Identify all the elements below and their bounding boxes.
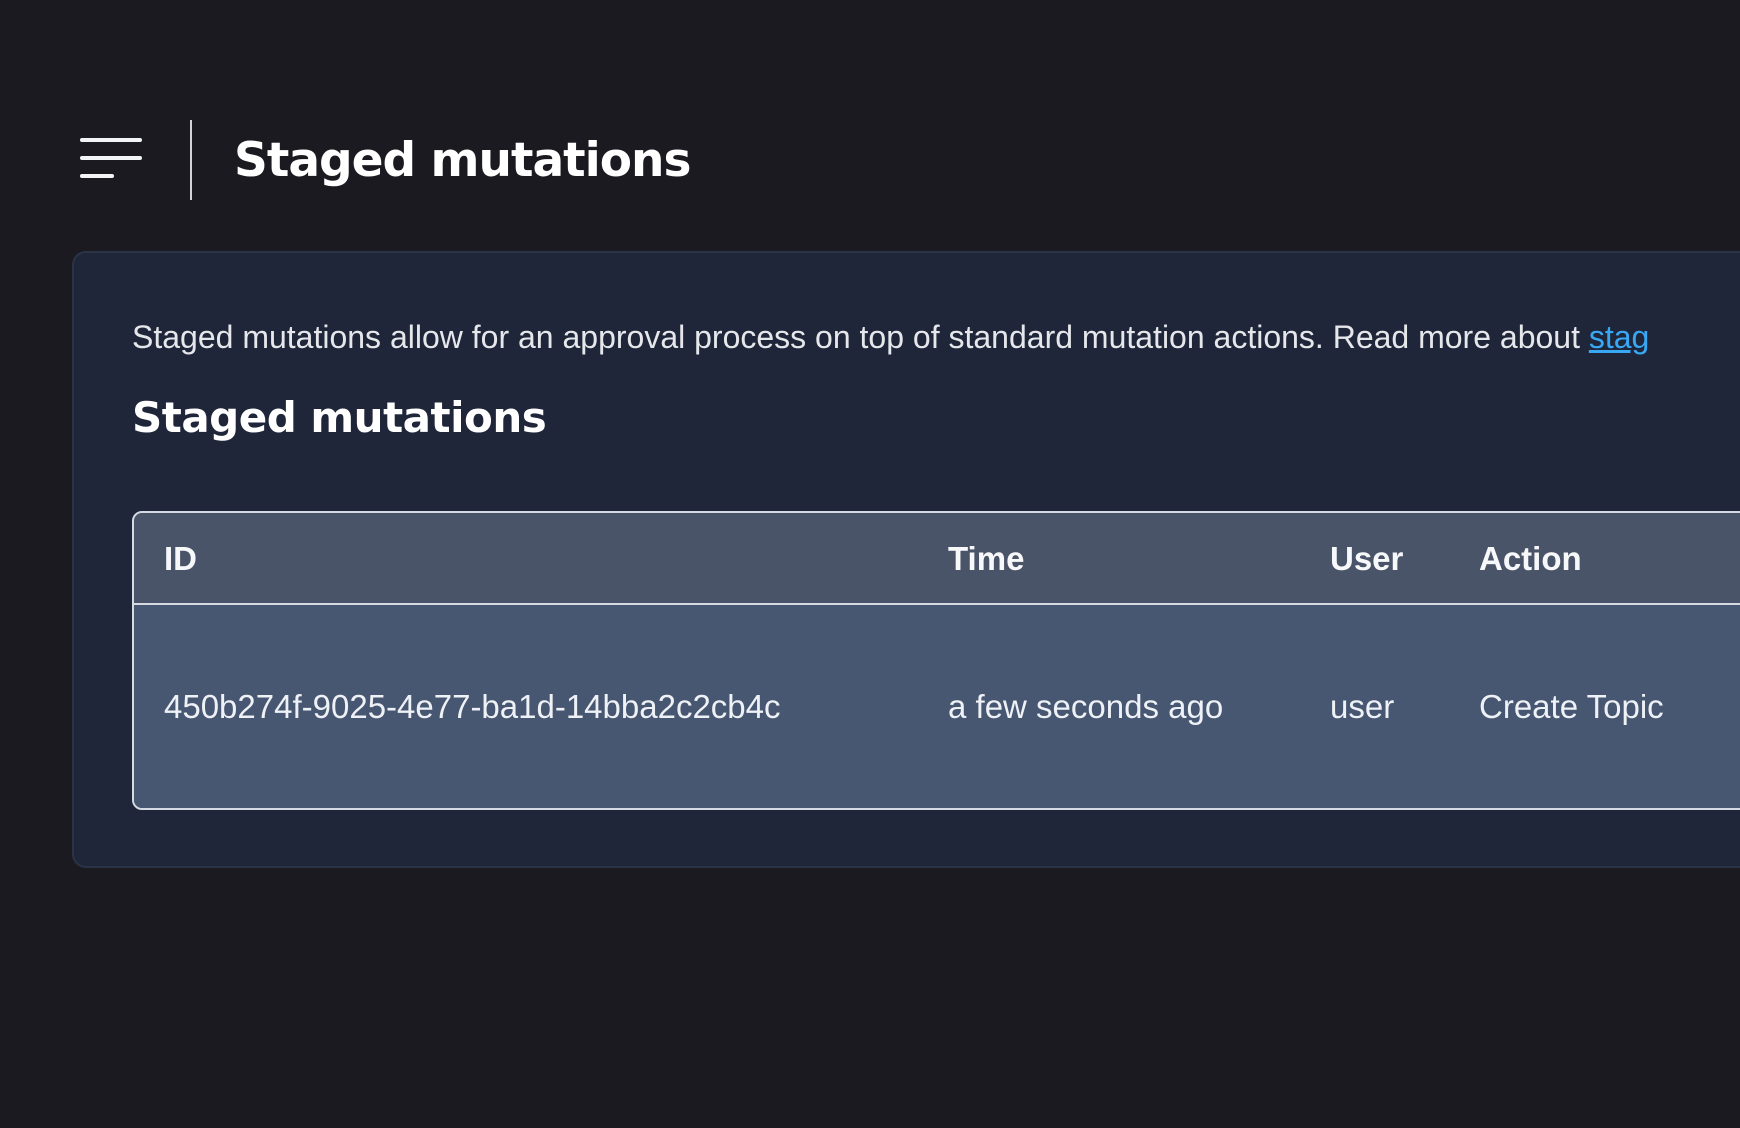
menu-bar-middle <box>80 156 142 160</box>
staged-mutations-table: ID Time User Action 450b274f-9025-4e77-b… <box>132 511 1740 810</box>
menu-bar-top <box>80 138 142 142</box>
cell-action: Create Topic <box>1479 688 1664 725</box>
page: Staged mutations Staged mutations allow … <box>0 0 1740 1128</box>
description: Staged mutations allow for an approval p… <box>132 319 1649 356</box>
staged-mutations-docs-link[interactable]: stag <box>1589 319 1649 355</box>
column-header-action[interactable]: Action <box>1479 540 1582 578</box>
cell-time: a few seconds ago <box>948 688 1224 725</box>
column-header-id[interactable]: ID <box>164 540 197 578</box>
menu-bar-bottom <box>80 174 114 178</box>
page-header: Staged mutations <box>80 120 691 200</box>
page-title: Staged mutations <box>234 132 691 188</box>
table-header-row: ID Time User Action <box>134 513 1740 605</box>
description-text: Staged mutations allow for an approval p… <box>132 319 1589 355</box>
table-row[interactable]: 450b274f-9025-4e77-ba1d-14bba2c2cb4c a f… <box>134 605 1740 808</box>
column-header-time[interactable]: Time <box>948 540 1024 578</box>
header-divider <box>190 120 192 200</box>
hamburger-menu-icon[interactable] <box>80 138 142 182</box>
column-header-user[interactable]: User <box>1330 540 1403 578</box>
section-title: Staged mutations <box>132 393 547 442</box>
staged-mutations-card: Staged mutations allow for an approval p… <box>72 251 1740 868</box>
cell-user: user <box>1330 688 1395 725</box>
cell-id: 450b274f-9025-4e77-ba1d-14bba2c2cb4c <box>164 688 781 725</box>
